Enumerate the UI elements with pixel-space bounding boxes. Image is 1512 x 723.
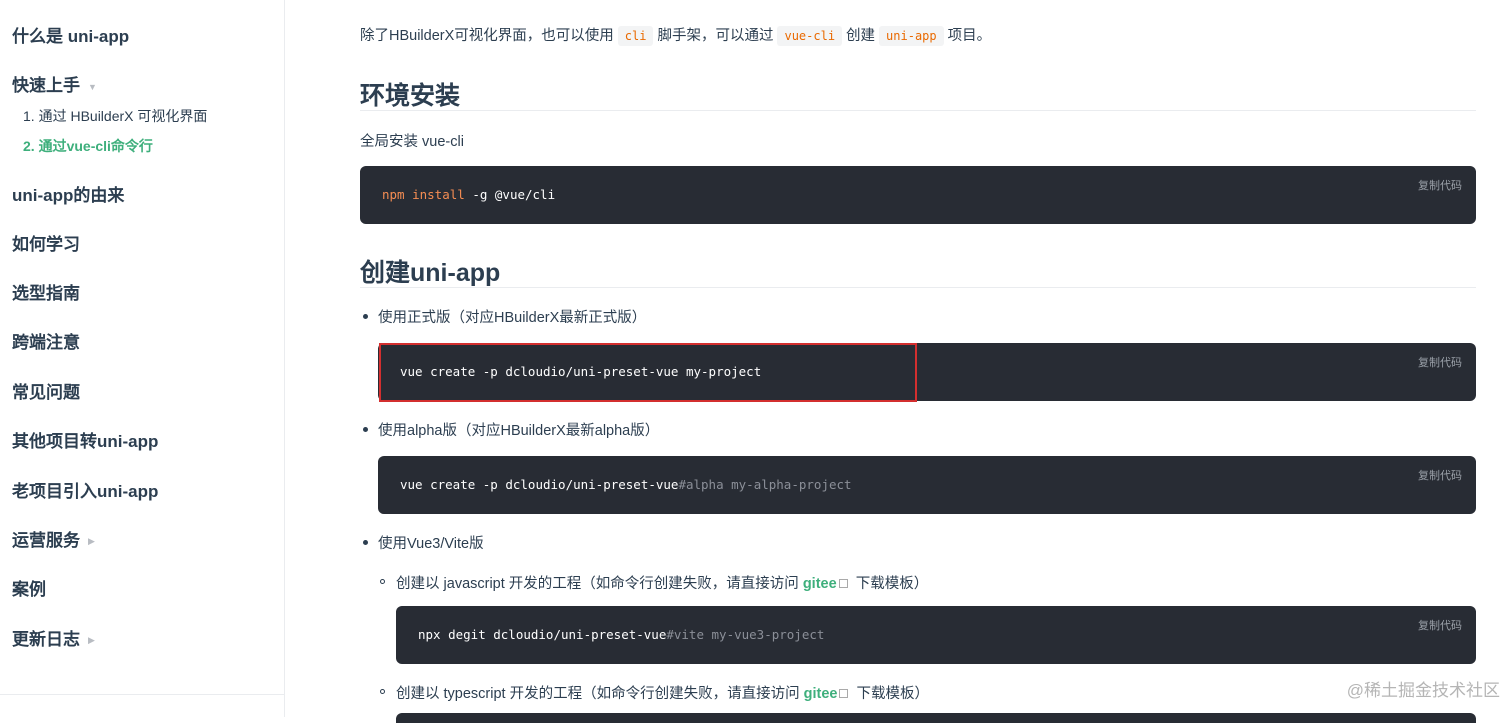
sidebar-item-label: 选型指南 bbox=[12, 284, 80, 303]
sidebar-item-label: 运营服务 bbox=[12, 531, 80, 550]
code-token: -g @vue/cli bbox=[472, 187, 556, 202]
sub-bullet-javascript: 创建以 javascript 开发的工程（如命令行创建失败，请直接访问 gite… bbox=[396, 572, 928, 593]
gitee-link[interactable]: gitee bbox=[804, 686, 838, 702]
inline-code-cli: cli bbox=[617, 26, 654, 46]
sidebar-item-label: 其他项目转uni-app bbox=[12, 432, 159, 451]
sidebar: 什么是 uni-app 快速上手 ▼ 1. 通过 HBuilderX 可视化界面 … bbox=[0, 0, 285, 717]
code-text: vue create -p dcloudio/uni-preset-vue my… bbox=[400, 364, 762, 379]
sidebar-divider bbox=[0, 694, 285, 695]
code-block-vite-ts bbox=[396, 713, 1476, 723]
sidebar-item-what-is-uniapp[interactable]: 什么是 uni-app bbox=[12, 22, 129, 47]
sidebar-item-label: 案例 bbox=[12, 580, 46, 599]
heading-env-install: 环境安装 bbox=[360, 82, 461, 110]
sub-bullet-text: 下载模板） bbox=[851, 576, 929, 592]
intro-text: 项目。 bbox=[947, 28, 992, 44]
copy-code-button[interactable]: 复制代码 bbox=[1418, 467, 1462, 483]
sidebar-subitem-label: 2. 通过vue-cli命令行 bbox=[23, 138, 153, 154]
main-content: 除了HBuilderX可视化界面，也可以使用 cli 脚手架，可以通过 vue-cli… bbox=[360, 0, 1476, 723]
code-token: vue create -p dcloudio/uni-preset-vue bbox=[400, 477, 679, 492]
sidebar-item-operation[interactable]: 运营服务 ▶ bbox=[12, 526, 95, 551]
sidebar-item-faq[interactable]: 常见问题 bbox=[12, 378, 80, 403]
sidebar-subitem-vue-cli[interactable]: 2. 通过vue-cli命令行 bbox=[23, 136, 153, 156]
sidebar-subitem-label: 1. 通过 HBuilderX 可视化界面 bbox=[23, 108, 208, 124]
sub-bullet-text: 下载模板） bbox=[852, 686, 930, 702]
env-description: 全局安装 vue-cli bbox=[360, 134, 464, 150]
code-token: npx degit dcloudio/uni-preset-vue bbox=[418, 627, 667, 642]
external-link-icon bbox=[839, 689, 849, 698]
intro-paragraph: 除了HBuilderX可视化界面，也可以使用 cli 脚手架，可以通过 vue-cli… bbox=[360, 24, 992, 46]
code-block-stable: vue create -p dcloudio/uni-preset-vue my… bbox=[378, 343, 1476, 401]
sidebar-item-label: 快速上手 bbox=[12, 76, 80, 95]
sidebar-item-legacy[interactable]: 老项目引入uni-app bbox=[12, 477, 158, 502]
bullet-circle bbox=[380, 689, 385, 694]
code-text: vue create -p dcloudio/uni-preset-vue#al… bbox=[400, 477, 852, 492]
sidebar-item-label: 如何学习 bbox=[12, 235, 80, 254]
sub-bullet-text: 创建以 javascript 开发的工程（如命令行创建失败，请直接访问 bbox=[396, 576, 803, 592]
sidebar-item-label: 常见问题 bbox=[12, 383, 80, 402]
code-comment: #alpha my-alpha-project bbox=[678, 477, 852, 492]
code-block-vite-js: npx degit dcloudio/uni-preset-vue#vite m… bbox=[396, 606, 1476, 664]
bullet-stable: 使用正式版（对应HBuilderX最新正式版） bbox=[378, 310, 647, 326]
sidebar-item-label: 老项目引入uni-app bbox=[12, 482, 159, 501]
sidebar-item-changelog[interactable]: 更新日志 ▶ bbox=[12, 625, 95, 650]
bullet-alpha: 使用alpha版（对应HBuilderX最新alpha版） bbox=[378, 423, 660, 439]
sidebar-item-quick-start[interactable]: 快速上手 ▼ bbox=[12, 71, 97, 96]
intro-text: 除了HBuilderX可视化界面，也可以使用 bbox=[360, 28, 614, 44]
bullet-dot bbox=[363, 427, 368, 432]
code-comment: #vite my-vue3-project bbox=[666, 627, 825, 642]
bullet-dot bbox=[363, 314, 368, 319]
sidebar-item-label: 更新日志 bbox=[12, 630, 80, 649]
heading-underline bbox=[360, 110, 1476, 111]
external-link-icon bbox=[838, 579, 848, 588]
bullet-dot bbox=[363, 540, 368, 545]
bullet-circle bbox=[380, 579, 385, 584]
bullet-vue3-vite: 使用Vue3/Vite版 bbox=[378, 536, 484, 552]
sub-bullet-typescript: 创建以 typescript 开发的工程（如命令行创建失败，请直接访问 gite… bbox=[396, 682, 929, 703]
code-block-install-cli: npm install -g @vue/cli 复制代码 bbox=[360, 166, 1476, 224]
chevron-down-icon: ▼ bbox=[88, 81, 97, 92]
code-token: install bbox=[412, 187, 465, 202]
sidebar-item-cases[interactable]: 案例 bbox=[12, 575, 46, 600]
inline-code-uni-app: uni-app bbox=[879, 26, 944, 46]
intro-text: 创建 bbox=[846, 28, 876, 44]
sidebar-item-label: 跨端注意 bbox=[12, 333, 80, 352]
code-block-alpha: vue create -p dcloudio/uni-preset-vue#al… bbox=[378, 456, 1476, 514]
gitee-link[interactable]: gitee bbox=[803, 576, 837, 592]
code-token: npm bbox=[382, 187, 405, 202]
sidebar-item-selection-guide[interactable]: 选型指南 bbox=[12, 279, 80, 304]
chevron-right-icon: ▶ bbox=[88, 635, 95, 646]
sidebar-item-label: 什么是 uni-app bbox=[12, 27, 130, 46]
copy-code-button[interactable]: 复制代码 bbox=[1418, 177, 1462, 193]
sidebar-subitem-hbuilderx[interactable]: 1. 通过 HBuilderX 可视化界面 bbox=[23, 106, 207, 126]
sidebar-item-cross-platform[interactable]: 跨端注意 bbox=[12, 328, 80, 353]
copy-code-button[interactable]: 复制代码 bbox=[1418, 617, 1462, 633]
inline-code-vue-cli: vue-cli bbox=[777, 26, 843, 46]
sub-bullet-text: 创建以 typescript 开发的工程（如命令行创建失败，请直接访问 bbox=[396, 686, 804, 702]
sidebar-item-migrate[interactable]: 其他项目转uni-app bbox=[12, 427, 158, 452]
heading-underline bbox=[360, 287, 1476, 288]
chevron-right-icon: ▶ bbox=[88, 536, 95, 547]
copy-code-button[interactable]: 复制代码 bbox=[1418, 354, 1462, 370]
sidebar-item-how-to-learn[interactable]: 如何学习 bbox=[12, 230, 80, 255]
watermark: @稀土掘金技术社区 bbox=[1346, 681, 1500, 700]
sidebar-item-label: uni-app的由来 bbox=[12, 186, 125, 205]
code-text: npm install -g @vue/cli bbox=[382, 187, 555, 202]
sidebar-item-origin[interactable]: uni-app的由来 bbox=[12, 181, 124, 206]
code-text: npx degit dcloudio/uni-preset-vue#vite m… bbox=[418, 627, 824, 642]
heading-create-uniapp: 创建uni-app bbox=[360, 259, 501, 287]
intro-text: 脚手架，可以通过 bbox=[657, 28, 774, 44]
